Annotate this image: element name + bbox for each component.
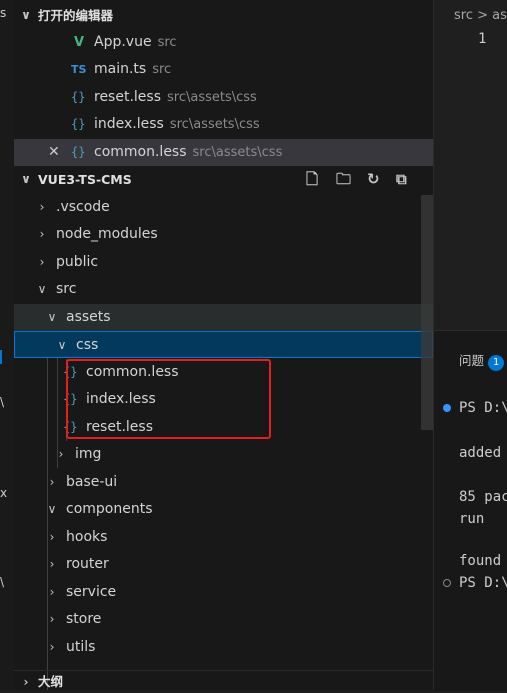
open-editor-label: index.less [94,116,164,132]
activity-icon[interactable]: x [0,486,7,500]
new-folder-icon[interactable]: 🗀 [336,166,351,193]
new-file-icon[interactable]: 🗋 [306,166,318,193]
chevron-down-icon: ∨ [47,502,57,516]
open-editor-item-active[interactable]: ✕ {} common.less src\assets\css [14,139,433,166]
open-editor-desc: src\assets\css [169,117,260,132]
editor-area[interactable]: src > as 1 [434,0,507,330]
less-file-icon: {} [71,90,86,104]
tree-item-folder[interactable]: › base-ui [14,469,433,496]
tree-item-label: assets [66,309,111,325]
problems-badge: 1 [488,355,505,371]
tree-item-label: service [66,584,117,600]
tree-item-label: node_modules [56,226,158,242]
chevron-down-icon: ∨ [57,338,67,352]
open-editor-item[interactable]: V App.vue src [14,29,433,56]
chevron-down-icon: ∨ [47,310,57,324]
explorer-sidebar: ∨ 打开的编辑器 V App.vue src TS main.ts src {} r… [14,0,434,690]
command-status-dot [443,404,451,412]
open-editor-item[interactable]: {} index.less src\assets\css [14,111,433,138]
tab-label: 问题 [459,353,485,368]
tree-item-folder[interactable]: › .vscode [14,194,433,221]
vue-file-icon: V [74,35,85,50]
tree-item-label: hooks [66,529,108,545]
ts-file-icon: TS [71,63,87,76]
terminal-line: added [459,445,502,461]
tree-item-label: router [66,556,109,572]
close-icon[interactable]: ✕ [48,139,60,166]
tree-item-folder[interactable]: ∨ src [14,276,433,303]
chevron-right-icon: › [49,585,55,599]
tree-item-folder[interactable]: › service [14,579,433,606]
tree-item-folder[interactable]: ∨ assets [14,304,433,331]
open-editor-label: reset.less [94,89,161,105]
chevron-down-icon: ∨ [37,282,47,296]
open-editor-desc: src [152,62,172,77]
highlight-box [66,359,271,439]
tree-item-label: css [76,337,99,353]
refresh-icon[interactable]: ↻ [367,166,380,193]
activity-active-indicator [0,350,2,364]
tree-item-label: .vscode [56,199,110,215]
chevron-right-icon: › [39,227,45,241]
open-editor-label: App.vue [94,34,152,50]
chevron-down-icon: ∨ [21,172,31,186]
chevron-right-icon: › [58,447,64,461]
tab-problems[interactable]: 问题 1 [459,350,505,371]
line-number: 1 [478,31,487,47]
chevron-right-icon: › [49,475,55,489]
breadcrumb[interactable]: src > as [454,8,507,23]
terminal-line: PS D:\ [459,400,507,416]
open-editor-item[interactable]: TS main.ts src [14,56,433,83]
tree-item-label: public [56,254,99,270]
tree-item-folder[interactable]: › public [14,249,433,276]
tree-item-folder[interactable]: › img [14,441,433,468]
tree-item-label: store [66,611,102,627]
chevron-right-icon: › [39,200,45,214]
tree-item-folder[interactable]: › store [14,606,433,633]
project-header[interactable]: ∨ VUE3-TS-CMS 🗋 🗀 ↻ ⧉ [14,166,433,193]
outline-header[interactable]: › 大纲 [14,670,433,691]
tree-item-folder[interactable]: › hooks [14,524,433,551]
activity-icon[interactable]: \ [0,395,4,409]
tree-item-label: src [56,281,77,297]
tree-item-folder[interactable]: › utils [14,634,433,661]
open-editor-label: common.less [94,144,187,160]
open-editor-desc: src\assets\css [192,145,283,160]
explorer-scrollbar[interactable] [421,195,433,430]
tree-item-label: img [75,446,102,462]
open-editors-title: 打开的编辑器 [38,8,114,23]
terminal-line: run [459,511,485,527]
tree-item-folder[interactable]: › node_modules [14,221,433,248]
tree-item-label: base-ui [66,474,118,490]
activity-bar: s \ x \ [0,0,14,690]
tree-item-label: utils [66,639,96,655]
activity-icon[interactable]: \ [0,575,4,589]
open-editor-item[interactable]: {} reset.less src\assets\css [14,84,433,111]
open-editor-desc: src\assets\css [167,90,257,105]
open-editor-label: main.ts [94,61,147,77]
terminal-line: PS D:\ [459,575,507,591]
open-editors-header[interactable]: ∨ 打开的编辑器 [14,2,433,29]
project-title: VUE3-TS-CMS [38,172,132,187]
open-editor-desc: src [157,35,177,50]
tree-item-folder-selected[interactable]: ∨ css [14,331,433,358]
tree-item-label: components [66,501,153,517]
terminal-line: found [459,553,502,569]
less-file-icon: {} [71,145,86,159]
chevron-right-icon: › [49,557,55,571]
chevron-right-icon: › [49,640,55,654]
less-file-icon: {} [71,117,86,131]
bottom-panel: 问题 1 PS D:\ added 85 pac run found PS D:\ [434,330,507,691]
command-status-dot [443,579,451,587]
collapse-all-icon[interactable]: ⧉ [396,166,407,193]
chevron-right-icon: › [39,255,45,269]
chevron-down-icon: ∨ [21,8,31,22]
chevron-right-icon: › [49,612,55,626]
chevron-right-icon: › [49,530,55,544]
activity-glyph: s [0,6,7,20]
tree-item-folder[interactable]: › router [14,551,433,578]
tree-item-folder[interactable]: ∨ components [14,496,433,523]
terminal-line: 85 pac [459,489,507,505]
